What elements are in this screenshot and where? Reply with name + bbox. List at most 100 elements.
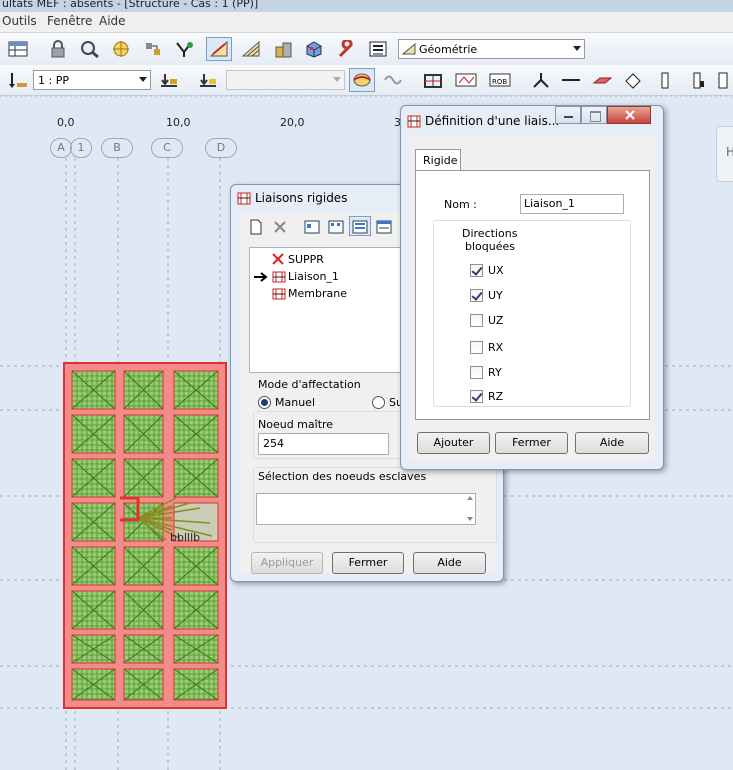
close-button[interactable]: Fermer xyxy=(495,432,568,454)
mode-other-radio[interactable] xyxy=(372,396,385,409)
wave-icon xyxy=(384,75,402,85)
wave-button[interactable] xyxy=(380,68,406,92)
table-view-button[interactable] xyxy=(5,37,31,61)
menu-outils[interactable]: Outils xyxy=(2,14,37,28)
load-edit-icon xyxy=(161,74,177,87)
tab-panel: Nom : Liaison_1 Directions bloquées UX UY… xyxy=(415,170,650,420)
name-field[interactable]: Liaison_1 xyxy=(520,194,624,214)
definition-dialog-titlebar[interactable]: Définition d'une liais... xyxy=(401,106,663,132)
load-edit-button[interactable] xyxy=(156,68,182,92)
definition-dialog-title: Définition d'une liais... xyxy=(425,114,560,128)
direction-ry-row[interactable]: RY xyxy=(470,365,550,381)
details-view-button[interactable] xyxy=(373,216,395,236)
mode-manual-label: Manuel xyxy=(275,396,315,409)
list-item-label: Membrane xyxy=(288,287,347,300)
target-button[interactable] xyxy=(108,37,134,61)
frame-icon xyxy=(424,74,442,88)
load-case-select[interactable]: 1 : PP xyxy=(33,70,151,90)
3d-view-button[interactable] xyxy=(301,37,327,61)
supports-button[interactable] xyxy=(171,37,197,61)
direction-ry-label: RY xyxy=(488,366,502,379)
contour-button[interactable] xyxy=(620,68,646,92)
panel-button[interactable] xyxy=(589,68,615,92)
list-view-button[interactable] xyxy=(349,216,371,236)
direction-ux-checkbox[interactable] xyxy=(470,264,483,277)
direction-rz-row[interactable]: RZ xyxy=(470,389,550,405)
wall-button[interactable] xyxy=(652,68,678,92)
bar-icon xyxy=(562,79,580,81)
support-icon xyxy=(176,42,193,57)
deformed-view-button[interactable] xyxy=(349,68,375,92)
list-icon xyxy=(369,41,387,57)
solids-button[interactable] xyxy=(270,37,296,61)
apply-button[interactable]: Appliquer xyxy=(251,552,323,574)
scroll-down-icon[interactable] xyxy=(467,517,473,521)
ruler-tick-20: 20,0 xyxy=(280,116,305,129)
geometry-button[interactable] xyxy=(206,37,232,61)
direction-rz-label: RZ xyxy=(488,390,504,403)
zoom-button[interactable] xyxy=(77,37,103,61)
delete-icon xyxy=(274,221,286,233)
maximize-button[interactable] xyxy=(581,106,607,124)
side-panel-tab-label: H xyxy=(726,145,733,159)
minimize-button[interactable] xyxy=(555,106,581,124)
section-button[interactable] xyxy=(452,68,478,92)
solid-icon xyxy=(275,42,292,58)
column-button[interactable] xyxy=(684,68,710,92)
direction-rx-row[interactable]: RX xyxy=(470,340,550,356)
add-button[interactable]: Ajouter xyxy=(417,432,490,454)
list-button[interactable] xyxy=(365,37,391,61)
new-link-button[interactable] xyxy=(245,216,267,236)
direction-uz-checkbox[interactable] xyxy=(470,314,483,327)
delete-link-button[interactable] xyxy=(269,216,291,236)
slab-mesh[interactable] xyxy=(63,362,227,709)
slave-nodes-field[interactable] xyxy=(256,493,476,525)
view-mode-select[interactable]: Géométrie xyxy=(398,39,585,59)
rigid-link-icon xyxy=(237,192,251,205)
rigid-link-icon xyxy=(272,288,286,300)
node-button[interactable] xyxy=(528,68,554,92)
secondary-toolbar: 1 : PP ROB xyxy=(0,65,733,96)
direction-rx-checkbox[interactable] xyxy=(470,341,483,354)
master-node-field[interactable]: 254 xyxy=(258,433,389,455)
bar-button[interactable] xyxy=(558,68,584,92)
more-button[interactable] xyxy=(712,68,733,92)
rob-button[interactable]: ROB xyxy=(486,68,512,92)
wrench-icon xyxy=(338,40,353,58)
geometry-small-icon xyxy=(402,43,416,55)
direction-rz-checkbox[interactable] xyxy=(470,390,483,403)
frame-button[interactable] xyxy=(420,68,446,92)
direction-ry-checkbox[interactable] xyxy=(470,366,483,379)
ruler-tick-10: 10,0 xyxy=(166,116,191,129)
menu-aide[interactable]: Aide xyxy=(99,14,126,28)
load-pattern-icon xyxy=(200,74,216,87)
load-pattern-button[interactable] xyxy=(195,68,221,92)
tools-button[interactable] xyxy=(333,37,359,61)
direction-uy-row[interactable]: UY xyxy=(470,288,550,304)
name-label: Nom : xyxy=(444,198,477,211)
help-button[interactable]: Aide xyxy=(575,432,649,454)
large-icons-button[interactable] xyxy=(301,216,323,236)
axis-bubble-1: 1 xyxy=(70,138,92,158)
mode-manual-radio[interactable] xyxy=(258,396,271,409)
direction-uy-checkbox[interactable] xyxy=(470,289,483,302)
structure-button[interactable] xyxy=(140,37,166,61)
small-icons-button[interactable] xyxy=(325,216,347,236)
master-node-value: 254 xyxy=(263,437,284,450)
tab-rigide[interactable]: Rigide xyxy=(415,149,461,171)
lock-icon xyxy=(51,40,65,58)
help-button[interactable]: Aide xyxy=(413,552,486,574)
direction-uz-row[interactable]: UZ xyxy=(470,313,550,329)
direction-ux-label: UX xyxy=(488,264,504,277)
close-button[interactable]: Fermer xyxy=(332,552,404,574)
direction-ux-row[interactable]: UX xyxy=(470,263,550,279)
minimize-icon xyxy=(564,116,573,118)
close-window-button[interactable] xyxy=(607,106,651,124)
cube-icon xyxy=(306,41,322,58)
scroll-up-icon[interactable] xyxy=(467,496,473,500)
load-cases-button[interactable] xyxy=(5,68,31,92)
menu-fenetre[interactable]: Fenêtre xyxy=(47,14,92,28)
geometry-icon xyxy=(209,40,228,57)
grid-button[interactable] xyxy=(238,37,264,61)
lock-button[interactable] xyxy=(45,37,71,61)
